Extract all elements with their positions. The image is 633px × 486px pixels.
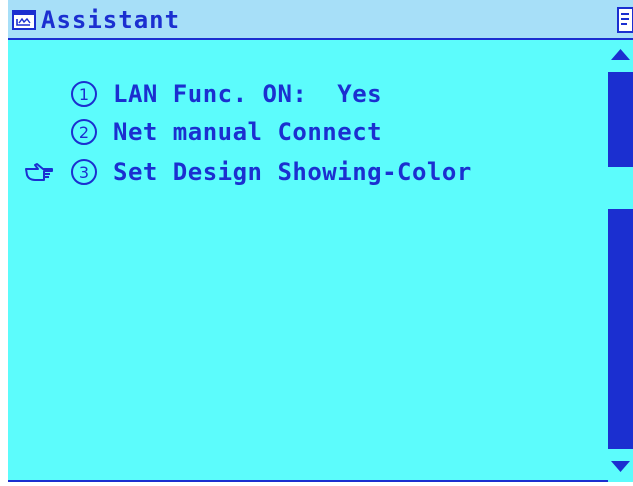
title-bar: Assistant [8,0,633,40]
menu-item-label: Set Design Showing-Color [113,158,472,186]
vertical-scrollbar[interactable] [608,40,633,482]
window-title: Assistant [41,6,181,34]
assistant-window: Assistant 1 LAN Func. ON: Yes 2 Net manu… [8,0,633,482]
svg-text:1: 1 [79,85,89,104]
number-circle-icon: 3 [71,159,97,185]
hand-pointer-icon [25,163,53,181]
document-icon[interactable] [617,7,633,33]
menu-item-label: Net manual Connect [113,118,383,146]
number-circle-icon: 1 [71,81,97,107]
scroll-up-button[interactable] [608,40,633,72]
scroll-thumb[interactable] [608,167,633,209]
menu-panel: 1 LAN Func. ON: Yes 2 Net manual Connect… [8,40,608,480]
menu-item-lan-func[interactable]: 1 LAN Func. ON: Yes [8,78,603,110]
number-circle-icon: 2 [71,119,97,145]
svg-text:3: 3 [79,163,89,182]
triangle-down-icon [611,461,630,472]
triangle-up-icon [611,49,630,60]
menu-item-label: LAN Func. ON: Yes [113,80,383,108]
menu-item-design-color[interactable]: 3 Set Design Showing-Color [8,156,603,188]
scroll-down-button[interactable] [608,449,633,482]
svg-text:2: 2 [79,123,89,142]
menu-item-net-connect[interactable]: 2 Net manual Connect [8,116,603,148]
window-app-icon [12,10,36,30]
